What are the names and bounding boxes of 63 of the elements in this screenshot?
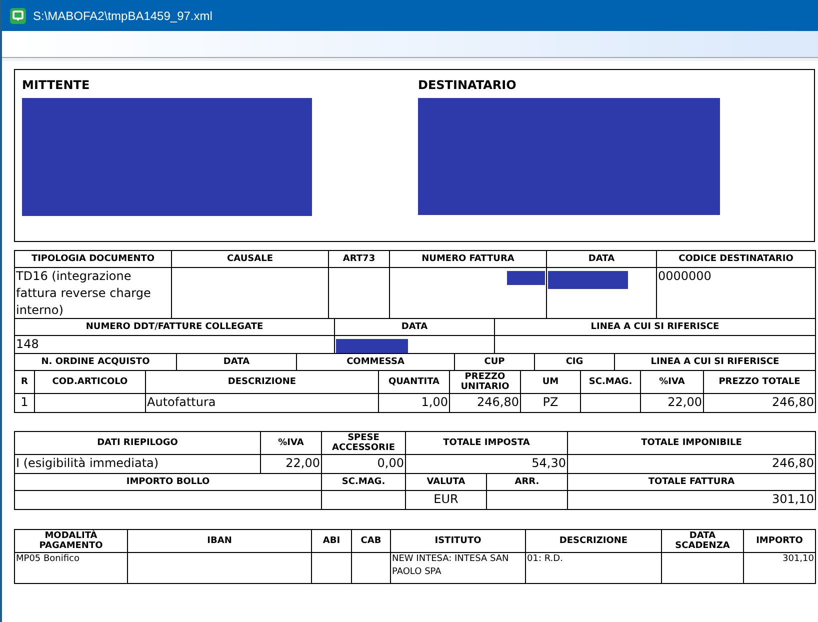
- column-header: MODALITÀ PAGAMENTO: [14, 530, 128, 553]
- table-cell: 22,00: [640, 394, 704, 413]
- column-header: DATI RIEPILOGO: [14, 432, 260, 455]
- column-header: DATA SCADENZA: [662, 530, 744, 553]
- column-header: UM: [520, 370, 580, 394]
- table-cell: EUR: [406, 490, 486, 510]
- column-header: IBAN: [128, 530, 312, 553]
- column-header: TOTALE FATTURA: [568, 474, 816, 491]
- column-header: DATA: [546, 250, 656, 268]
- column-header: LINEA A CUI SI RIFERISCE: [494, 318, 816, 336]
- column-header: QUANTITA: [378, 370, 450, 394]
- party-label: DESTINATARIO: [418, 78, 518, 92]
- column-header: CAUSALE: [172, 250, 328, 268]
- column-header: TOTALE IMPONIBILE: [568, 432, 816, 455]
- table-cell: 301,10: [568, 490, 816, 510]
- table-cell: 1,00: [378, 394, 450, 413]
- table-cell: PZ: [520, 394, 580, 413]
- table-cell: 246,80: [704, 394, 816, 413]
- column-header: CAB: [352, 530, 390, 553]
- column-header: CUP: [454, 354, 534, 371]
- column-header: LINEA A CUI SI RIFERISCE: [614, 354, 816, 371]
- column-header: IMPORTO BOLLO: [14, 474, 322, 491]
- column-header: ARR.: [486, 474, 568, 491]
- table-cell: 01: R.D.: [526, 552, 662, 584]
- column-header: DATA: [334, 318, 494, 336]
- column-header: SC.MAG.: [322, 474, 406, 491]
- column-header: DATA: [176, 354, 296, 371]
- column-header: DESCRIZIONE: [526, 530, 662, 553]
- table-cell: 1: [14, 394, 34, 413]
- column-header: CODICE DESTINATARIO: [656, 250, 816, 268]
- column-header: %IVA: [640, 370, 704, 394]
- table-cell: Autofattura: [146, 394, 378, 413]
- party-label: MITTENTE: [22, 78, 91, 92]
- column-header: ISTITUTO: [390, 530, 526, 553]
- table-cell: 246,80: [450, 394, 520, 413]
- column-header: ABI: [312, 530, 352, 553]
- column-header: PREZZO TOTALE: [704, 370, 816, 394]
- table-cell: 148: [14, 336, 334, 354]
- table-cell: 301,10: [744, 552, 816, 584]
- column-header: COMMESSA: [296, 354, 454, 371]
- table-cell: MP05 Bonifico: [14, 552, 128, 584]
- column-header: TIPOLOGIA DOCUMENTO: [14, 250, 172, 268]
- column-header: DESCRIZIONE: [146, 370, 378, 394]
- window-title: S:\MABOFA2\tmpBA1459_97.xml: [33, 8, 212, 22]
- column-header: ART73: [328, 250, 390, 268]
- column-header: IMPORTO: [744, 530, 816, 553]
- table-cell: I (esigibilità immediata): [14, 454, 260, 474]
- column-header: PREZZO UNITARIO: [450, 370, 520, 394]
- table-cell: 0000000: [656, 268, 816, 319]
- table-cell: TD16 (integrazione fattura reverse charge interno): [14, 268, 172, 319]
- column-header: VALUTA: [406, 474, 486, 491]
- column-header: R: [14, 370, 34, 394]
- column-header: NUMERO DDT/FATTURE COLLEGATE: [14, 318, 334, 336]
- column-header: SC.MAG.: [580, 370, 640, 394]
- table-cell: NEW INTESA: INTESA SAN PAOLO SPA: [390, 552, 526, 584]
- column-header: NUMERO FATTURA: [390, 250, 546, 268]
- column-header: TOTALE IMPOSTA: [406, 432, 568, 455]
- app-icon: [10, 8, 26, 24]
- column-header: CIG: [534, 354, 614, 371]
- column-header: COD.ARTICOLO: [34, 370, 146, 394]
- column-header: %IVA: [260, 432, 322, 455]
- column-header: N. ORDINE ACQUISTO: [14, 354, 176, 371]
- column-header: SPESE ACCESSORIE: [322, 432, 406, 455]
